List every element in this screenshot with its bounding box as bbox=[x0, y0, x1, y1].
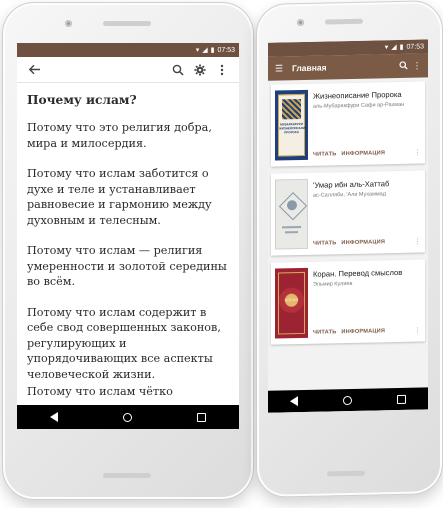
info-button[interactable]: ИНФОРМАЦИЯ bbox=[341, 239, 385, 246]
cover-line bbox=[285, 231, 298, 234]
book-actions: ЧИТАТЬ ИНФОРМАЦИЯ bbox=[313, 239, 385, 247]
book-cover[interactable]: КОРАН bbox=[275, 267, 308, 339]
nav-recents-icon[interactable] bbox=[396, 394, 406, 404]
book-list: МУБАРАКФУРИ ЖИЗНЕОПИСАНИЕ ПРОРОКА Жизнео… bbox=[268, 77, 428, 355]
library-screen: ▾ ◢ ▮ 07:53 ☰ Главная ⋮ МУБАРАКФУРИ ЖИЗН… bbox=[268, 39, 428, 413]
book-card[interactable]: 'Умар ибн аль-Хаттаб ас-Салляби, 'Али Му… bbox=[271, 170, 425, 256]
status-bar: ▾ ◢ ▮ 07:53 bbox=[17, 43, 239, 57]
paragraph: Потому что ислам — религия умеренности и… bbox=[27, 244, 227, 288]
paragraph: Потому что это религия добра, мира и мил… bbox=[27, 121, 212, 150]
book-cover[interactable]: МУБАРАКФУРИ ЖИЗНЕОПИСАНИЕ ПРОРОКА bbox=[275, 89, 308, 161]
nav-back-icon[interactable] bbox=[49, 412, 58, 422]
reader-screen: ▾ ◢ ▮ 07:53 Почему ислам? Потому что это… bbox=[17, 43, 239, 429]
status-time: 07:53 bbox=[217, 46, 235, 54]
wifi-icon: ▾ bbox=[195, 46, 200, 54]
info-button[interactable]: ИНФОРМАЦИЯ bbox=[341, 328, 385, 335]
nav-home-icon[interactable] bbox=[122, 412, 132, 422]
book-author: Эльмир Кулиев bbox=[313, 280, 353, 288]
book-cover[interactable] bbox=[275, 178, 308, 250]
signal-icon: ◢ bbox=[202, 46, 208, 54]
bottom-speaker bbox=[103, 473, 151, 478]
cover-text: КОРАН bbox=[284, 297, 299, 303]
arrow-back-icon[interactable] bbox=[23, 59, 45, 81]
phone-left: ▾ ◢ ▮ 07:53 Почему ислам? Потому что это… bbox=[2, 2, 254, 500]
book-title: Коран. Перевод смыслов bbox=[313, 267, 403, 279]
page-title: Главная bbox=[292, 62, 327, 74]
menu-icon[interactable]: ☰ bbox=[272, 63, 286, 74]
book-info: Коран. Перевод смыслов Эльмир Кулиев ЧИТ… bbox=[313, 259, 425, 343]
book-card[interactable]: КОРАН Коран. Перевод смыслов Эльмир Кули… bbox=[271, 259, 425, 345]
more-vert-icon[interactable]: ⋮ bbox=[414, 238, 421, 246]
book-actions: ЧИТАТЬ ИНФОРМАЦИЯ bbox=[313, 150, 385, 158]
book-actions: ЧИТАТЬ ИНФОРМАЦИЯ bbox=[313, 328, 385, 336]
reader-toolbar bbox=[17, 57, 239, 83]
cover-line bbox=[282, 226, 301, 229]
info-button[interactable]: ИНФОРМАЦИЯ bbox=[341, 150, 385, 157]
phone-right: ▾ ◢ ▮ 07:53 ☰ Главная ⋮ МУБАРАКФУРИ ЖИЗН… bbox=[256, 0, 443, 498]
search-icon[interactable] bbox=[167, 59, 189, 81]
book-card[interactable]: МУБАРАКФУРИ ЖИЗНЕОПИСАНИЕ ПРОРОКА Жизнео… bbox=[271, 81, 425, 167]
system-navigation-bar bbox=[268, 387, 428, 413]
paragraph: Потому что ислам заботится о духе и теле… bbox=[27, 167, 212, 227]
nav-back-icon[interactable] bbox=[290, 396, 299, 407]
book-info: 'Умар ибн аль-Хаттаб ас-Салляби, 'Али Му… bbox=[313, 170, 425, 254]
search-icon[interactable] bbox=[396, 60, 410, 71]
front-camera bbox=[297, 18, 304, 27]
cover-ornament bbox=[282, 99, 301, 120]
battery-icon: ▮ bbox=[210, 46, 215, 54]
read-button[interactable]: ЧИТАТЬ bbox=[313, 240, 336, 246]
book-title: 'Умар ибн аль-Хаттаб bbox=[313, 179, 390, 190]
status-time: 07:53 bbox=[406, 42, 424, 51]
read-button[interactable]: ЧИТАТЬ bbox=[313, 329, 336, 335]
more-vert-icon[interactable]: ⋮ bbox=[414, 149, 421, 157]
paragraph: Потому что ислам содержит в себе свод со… bbox=[27, 305, 221, 381]
signal-icon: ◢ bbox=[391, 43, 397, 51]
paragraph: Потому что ислам чётко bbox=[27, 385, 173, 398]
bottom-speaker bbox=[327, 470, 365, 477]
app-bar: ☰ Главная ⋮ bbox=[268, 53, 428, 81]
book-author: аль-Мубаракфури Сафи ар-Рахман bbox=[313, 101, 405, 110]
gear-icon[interactable] bbox=[189, 59, 211, 81]
battery-icon: ▮ bbox=[399, 43, 404, 51]
nav-home-icon[interactable] bbox=[342, 395, 352, 405]
system-navigation-bar bbox=[17, 405, 239, 429]
cover-text: МУБАРАКФУРИ ЖИЗНЕОПИСАНИЕ ПРОРОКА bbox=[279, 121, 308, 135]
book-author: ас-Салляби, 'Али Мухаммад bbox=[313, 191, 386, 199]
chapter-title: Почему ислам? bbox=[27, 93, 137, 107]
book-title: Жизнеописание Пророка bbox=[313, 89, 402, 101]
read-button[interactable]: ЧИТАТЬ bbox=[313, 151, 336, 157]
earpiece bbox=[325, 18, 363, 25]
book-info: Жизнеописание Пророка аль-Мубаракфури Са… bbox=[313, 81, 425, 165]
nav-recents-icon[interactable] bbox=[197, 412, 207, 422]
earpiece bbox=[103, 21, 151, 26]
reader-content: Почему ислам? Потому что это религия доб… bbox=[17, 83, 239, 400]
more-vert-icon[interactable]: ⋮ bbox=[410, 60, 424, 71]
front-camera bbox=[65, 20, 72, 27]
wifi-icon: ▾ bbox=[384, 43, 389, 51]
more-vert-icon[interactable] bbox=[211, 59, 233, 81]
more-vert-icon[interactable]: ⋮ bbox=[414, 327, 421, 335]
